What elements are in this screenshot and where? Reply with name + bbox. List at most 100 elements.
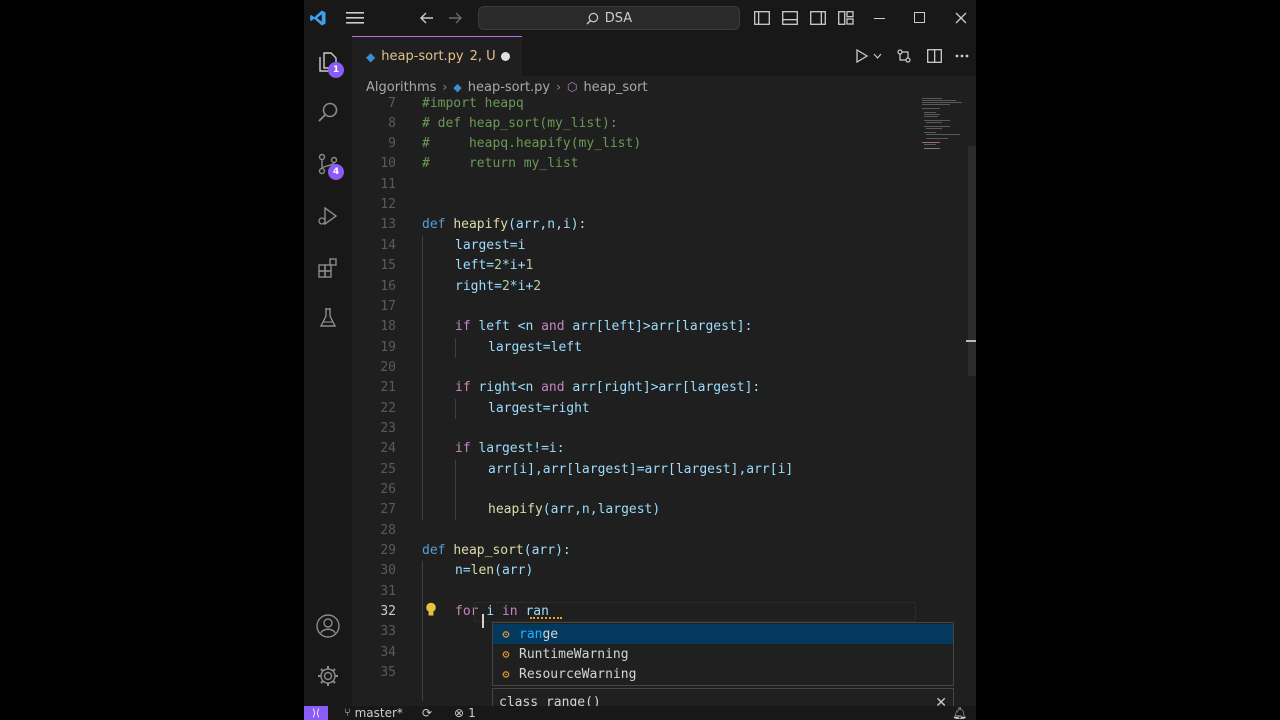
remote-indicator-icon[interactable]: ⟩⟨ (304, 706, 328, 720)
indent-guide (422, 236, 423, 520)
line-number: 35 (380, 665, 396, 680)
code-line: #import heapq (422, 96, 524, 111)
more-actions-icon[interactable] (950, 44, 974, 68)
code-line: if left <n and arr[left]>arr[largest]: (455, 319, 753, 334)
tab-label: heap-sort.py (381, 49, 464, 64)
line-number: 19 (380, 340, 396, 355)
forward-arrow-icon[interactable] (443, 6, 467, 30)
line-number: 11 (380, 177, 396, 192)
problems-status[interactable]: ⊗ 1 (454, 706, 476, 720)
line-number: 27 (380, 502, 396, 517)
breadcrumb-file[interactable]: heap-sort.py (468, 80, 550, 95)
line-number: 12 (380, 197, 396, 212)
line-number: 9 (388, 136, 396, 151)
line-number: 10 (380, 156, 396, 171)
code-line: arr[i],arr[largest]=arr[largest],arr[i] (488, 462, 794, 477)
git-branch-icon: ⑂ (344, 706, 351, 719)
split-editor-icon[interactable] (922, 44, 946, 68)
line-number: 17 (380, 299, 396, 314)
chevron-right-icon: › (442, 80, 448, 94)
testing-flask-icon[interactable] (304, 294, 352, 342)
maximize-icon[interactable] (908, 6, 932, 30)
code-line: largest=right (488, 401, 590, 416)
open-changes-icon[interactable] (892, 44, 916, 68)
indent-guide (455, 338, 456, 358)
code-line: n=len(arr) (455, 563, 534, 578)
explorer-badge: 1 (328, 62, 344, 78)
error-icon: ⊗ (454, 706, 465, 720)
minimap[interactable] (920, 98, 968, 178)
code-line: if right<n and arr[right]>arr[largest]: (455, 380, 761, 395)
suggestion-item[interactable]: ⚙ range (493, 624, 953, 644)
indent-guide (422, 561, 423, 701)
suggestion-item[interactable]: ⚙ RuntimeWarning (493, 644, 953, 664)
class-symbol-icon: ⚙ (502, 647, 510, 661)
run-options-chevron-icon[interactable] (870, 44, 884, 68)
run-debug-icon[interactable] (304, 192, 352, 240)
line-number: 24 (380, 441, 396, 456)
vscode-logo-icon (306, 6, 330, 30)
line-number: 33 (380, 624, 396, 639)
line-number-active: 32 (380, 604, 396, 619)
code-line: if largest!=i: (455, 441, 565, 456)
suggestion-item[interactable]: ⚙ ResourceWarning (493, 664, 953, 684)
menu-icon[interactable] (343, 6, 367, 30)
toggle-secondary-sidebar-icon[interactable] (806, 6, 830, 30)
settings-gear-icon[interactable] (304, 652, 352, 700)
autocomplete-suggest-widget[interactable]: ⚙ range ⚙ RuntimeWarning ⚙ ResourceWarni… (492, 622, 954, 686)
minimize-icon[interactable] (868, 6, 892, 30)
line-number: 28 (380, 523, 396, 538)
line-number: 16 (380, 279, 396, 294)
toggle-panel-icon[interactable] (778, 6, 802, 30)
sync-icon[interactable]: ⟳ (422, 706, 432, 720)
code-line: right=2*i+2 (455, 279, 542, 294)
class-symbol-icon: ⚙ (502, 627, 510, 641)
back-arrow-icon[interactable] (415, 6, 439, 30)
lightbulb-icon[interactable] (425, 602, 437, 621)
source-control-icon[interactable]: 4 (304, 140, 352, 188)
line-number: 34 (380, 645, 396, 660)
code-line: # def heap_sort(my_list): (422, 116, 618, 131)
indent-guide (455, 399, 456, 419)
breadcrumb-symbol[interactable]: heap_sort (583, 80, 647, 95)
code-line: # return my_list (422, 156, 579, 171)
mouse-text-cursor (482, 614, 484, 628)
code-line: def heapify(arr,n,i): (422, 217, 587, 232)
python-file-icon: ◆ (366, 49, 376, 64)
status-bar: ⟩⟨ ⑂ master* ⟳ ⊗ 1 🔔︎ (304, 706, 976, 720)
code-line: def heap_sort(arr): (422, 543, 571, 558)
indent-guide (455, 460, 456, 520)
toggle-primary-sidebar-icon[interactable] (750, 6, 774, 30)
breadcrumb-folder[interactable]: Algorithms (366, 80, 436, 95)
branch-status[interactable]: ⑂ master* (344, 706, 403, 720)
line-number: 23 (380, 421, 396, 436)
tab-heap-sort[interactable]: ◆ heap-sort.py 2, U (352, 36, 522, 76)
line-number: 7 (388, 96, 396, 111)
line-number: 15 (380, 258, 396, 273)
line-number: 8 (388, 116, 396, 131)
chevron-right-icon: › (556, 80, 561, 94)
line-number: 21 (380, 380, 396, 395)
command-center-search[interactable]: DSA (478, 6, 740, 30)
symbol-method-icon: ⬡ (566, 80, 578, 94)
code-line: largest=left (488, 340, 582, 355)
accounts-icon[interactable] (304, 602, 352, 650)
close-icon[interactable] (949, 6, 973, 30)
title-bar: DSA (304, 0, 976, 36)
search-icon (586, 12, 599, 25)
python-file-icon: ◆ (453, 80, 462, 94)
vscode-window: DSA 1 4 ◆ heap-sort.py 2, U Algorithms ›… (304, 0, 976, 720)
unsaved-dot-icon[interactable] (501, 52, 510, 61)
line-number: 14 (380, 238, 396, 253)
customize-layout-icon[interactable] (834, 6, 858, 30)
notifications-bell-icon[interactable]: 🔔︎ (952, 706, 967, 720)
line-number: 18 (380, 319, 396, 334)
class-symbol-icon: ⚙ (502, 667, 510, 681)
line-number: 29 (380, 543, 396, 558)
line-number: 20 (380, 360, 396, 375)
explorer-icon[interactable]: 1 (304, 38, 352, 86)
search-icon[interactable] (304, 88, 352, 136)
code-line: largest=i (455, 238, 526, 253)
line-number: 31 (380, 584, 396, 599)
extensions-icon[interactable] (304, 244, 352, 292)
